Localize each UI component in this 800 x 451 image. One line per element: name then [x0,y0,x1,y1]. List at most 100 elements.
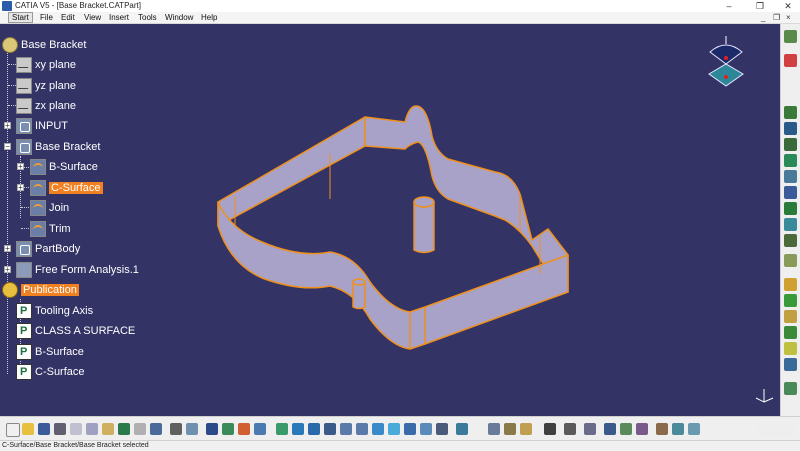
tool-icon-12[interactable] [784,278,797,291]
tree-item-c-surface[interactable]: C-Surface [30,179,103,196]
expand-toggle-input[interactable]: + [4,122,11,130]
normal-view-icon[interactable] [372,423,384,435]
menu-edit[interactable]: Edit [61,12,75,23]
tool-icon-17[interactable] [784,358,797,371]
tool-b3-icon[interactable] [238,423,250,435]
iso-view-icon[interactable] [388,423,400,435]
doc-minimize-button[interactable]: _ [761,12,765,23]
tree-item-xy-plane[interactable]: xy plane [16,56,76,73]
select-arrow-icon[interactable] [784,54,797,67]
tool-icon-13[interactable] [784,294,797,307]
tool-b8-icon[interactable] [520,423,532,435]
tree-item-tooling-axis[interactable]: Tooling Axis [16,302,93,319]
tree-item-yz-plane[interactable]: yz plane [16,77,76,94]
tool-icon-18[interactable] [784,382,797,395]
save-icon[interactable] [38,423,50,435]
restore-button[interactable]: ❐ [748,0,772,12]
menu-tools[interactable]: Tools [138,12,157,23]
tool-b10-icon[interactable] [564,423,576,435]
undo-icon[interactable] [118,423,130,435]
tree-item-free-form-analysis[interactable]: Free Form Analysis.1 [16,261,139,278]
tree-item-publication[interactable]: Publication [2,281,79,298]
comment-icon[interactable] [186,423,198,435]
expand-toggle-ffa[interactable]: + [4,266,11,274]
tool-b4-icon[interactable] [254,423,266,435]
menu-insert[interactable]: Insert [109,12,129,23]
tool-icon-15[interactable] [784,326,797,339]
tool-b16-icon[interactable] [672,423,684,435]
pan-icon[interactable] [308,423,320,435]
expand-toggle-c-surface[interactable]: + [17,184,24,192]
expand-toggle-b-surface[interactable]: + [17,163,24,171]
menu-window[interactable]: Window [165,12,193,23]
tool-b15-icon[interactable] [656,423,668,435]
menu-view[interactable]: View [84,12,101,23]
tool-icon-4[interactable] [784,138,797,151]
tree-item-class-a-surface[interactable]: CLASS A SURFACE [16,322,135,339]
tool-b9-icon[interactable] [544,423,556,435]
tool-icon-2[interactable] [784,106,797,119]
tool-b1-icon[interactable] [206,423,218,435]
copy-icon[interactable] [86,423,98,435]
paste-icon[interactable] [102,423,114,435]
zoom-out-icon[interactable] [356,423,368,435]
cut-icon[interactable] [70,423,82,435]
tool-icon-5[interactable] [784,154,797,167]
tool-icon-1[interactable] [784,30,797,43]
formula-icon[interactable] [170,423,182,435]
open-icon[interactable] [22,423,34,435]
tool-b6-icon[interactable] [488,423,500,435]
tool-b2-icon[interactable] [222,423,234,435]
tree-label: Base Bracket [35,140,101,153]
tool-b5-icon[interactable] [456,423,468,435]
whats-this-icon[interactable] [150,423,162,435]
redo-icon[interactable] [134,423,146,435]
tool-b14-icon[interactable] [636,423,648,435]
tool-icon-7[interactable] [784,186,797,199]
tool-icon-11[interactable] [784,254,797,267]
tree-item-pub-c-surface[interactable]: C-Surface [16,363,85,380]
tree-item-b-surface[interactable]: B-Surface [30,158,98,175]
tool-icon-9[interactable] [784,218,797,231]
compass-widget[interactable] [704,34,754,94]
menu-help[interactable]: Help [201,12,217,23]
tree-item-partbody[interactable]: PartBody [16,240,80,257]
expand-toggle-partbody[interactable]: + [4,245,11,253]
tool-b17-icon[interactable] [688,423,700,435]
tree-item-pub-b-surface[interactable]: B-Surface [16,343,84,360]
tool-b12-icon[interactable] [604,423,616,435]
collapse-toggle-base-bracket[interactable]: − [4,143,11,151]
tool-b7-icon[interactable] [504,423,516,435]
menu-file[interactable]: File [40,12,53,23]
tool-icon-8[interactable] [784,202,797,215]
zoom-in-icon[interactable] [340,423,352,435]
tree-root-base-bracket[interactable]: Base Bracket [2,36,86,53]
fly-mode-icon[interactable] [276,423,288,435]
minimize-button[interactable]: – [717,0,741,12]
doc-close-button[interactable]: × [786,12,791,23]
tool-b13-icon[interactable] [620,423,632,435]
part-geometry[interactable] [0,24,780,416]
rotate-icon[interactable] [324,423,336,435]
tool-icon-3[interactable] [784,122,797,135]
new-icon[interactable] [6,423,20,437]
tool-icon-6[interactable] [784,170,797,183]
shading-icon[interactable] [404,423,416,435]
doc-restore-button[interactable]: ❐ [773,12,780,23]
tree-item-trim[interactable]: Trim [30,220,71,237]
tree-item-base-bracket-set[interactable]: Base Bracket [16,138,100,155]
fit-all-icon[interactable] [292,423,304,435]
menu-start[interactable]: Start [8,12,33,23]
tool-icon-14[interactable] [784,310,797,323]
tree-item-join[interactable]: Join [30,199,69,216]
hide-show-icon[interactable] [420,423,432,435]
tree-item-zx-plane[interactable]: zx plane [16,97,76,114]
tool-icon-16[interactable] [784,342,797,355]
swap-space-icon[interactable] [436,423,448,435]
tool-b11-icon[interactable] [584,423,596,435]
tree-item-input[interactable]: INPUT [16,117,68,134]
3d-viewport[interactable]: Base Bracket xy plane yz plane zx plane … [0,24,780,416]
close-button[interactable]: ✕ [776,0,800,12]
tool-icon-10[interactable] [784,234,797,247]
print-icon[interactable] [54,423,66,435]
